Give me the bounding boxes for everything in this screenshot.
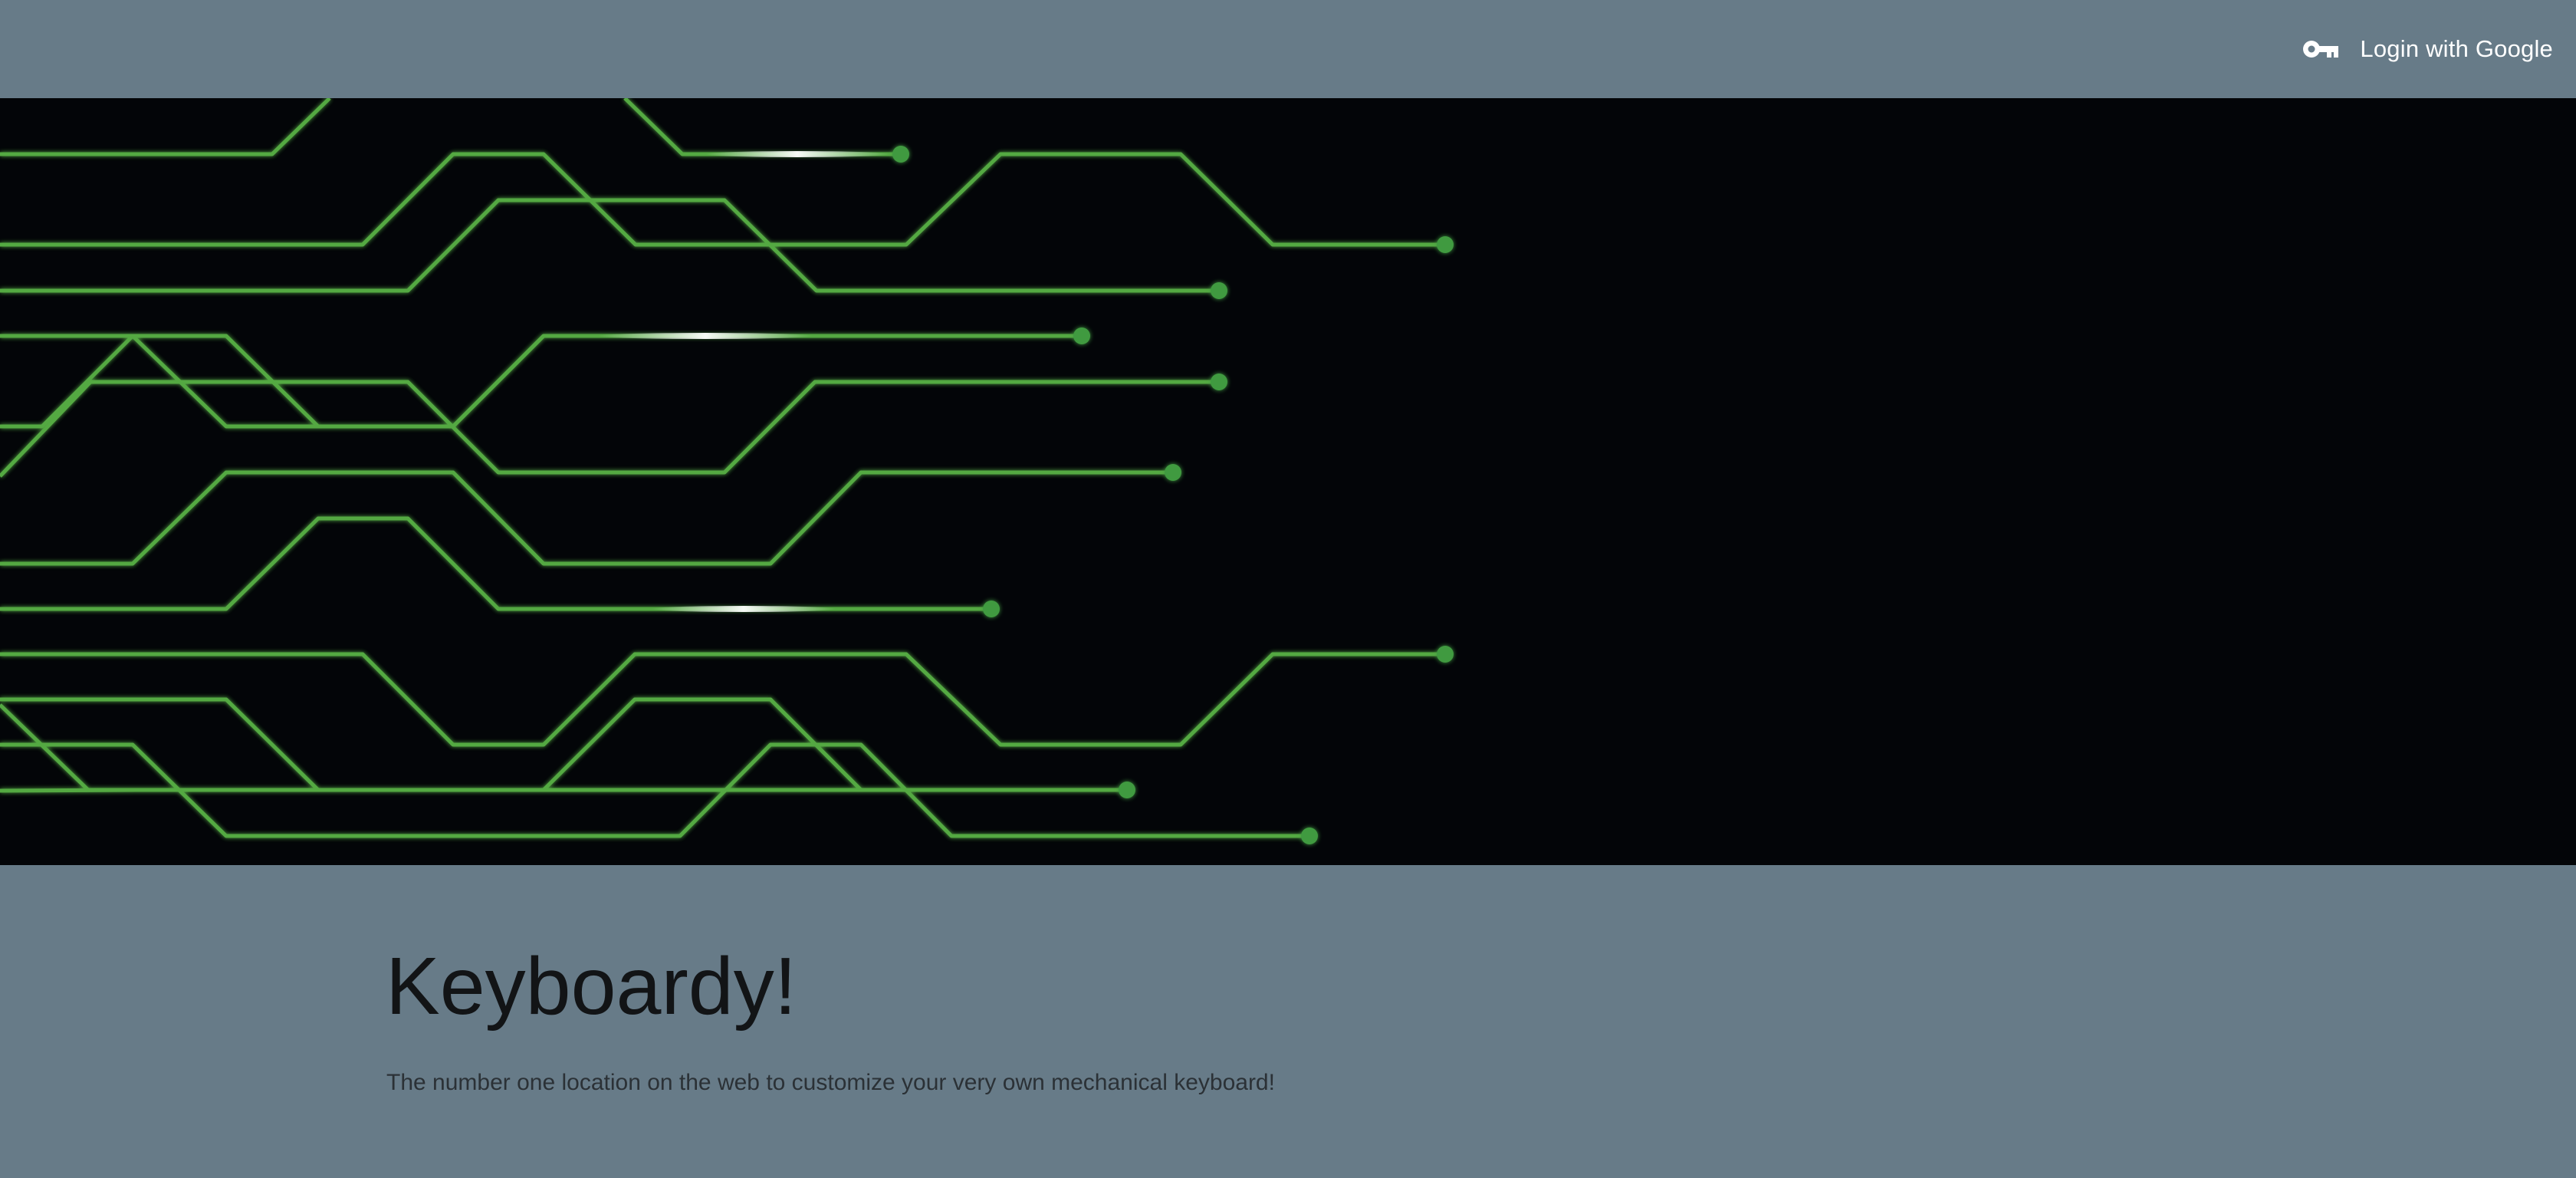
key-icon xyxy=(2302,38,2340,61)
page-tagline: The number one location on the web to cu… xyxy=(386,1070,1275,1095)
login-with-google-button[interactable]: Login with Google xyxy=(2302,31,2553,67)
top-navbar: Login with Google xyxy=(0,0,2576,98)
page-title: Keyboardy! xyxy=(386,941,797,1032)
login-with-google-label: Login with Google xyxy=(2360,35,2553,62)
circuit-lines-illustration xyxy=(0,98,1454,844)
hero-banner xyxy=(0,98,2576,865)
intro-section: Keyboardy! The number one location on th… xyxy=(0,865,2576,1178)
